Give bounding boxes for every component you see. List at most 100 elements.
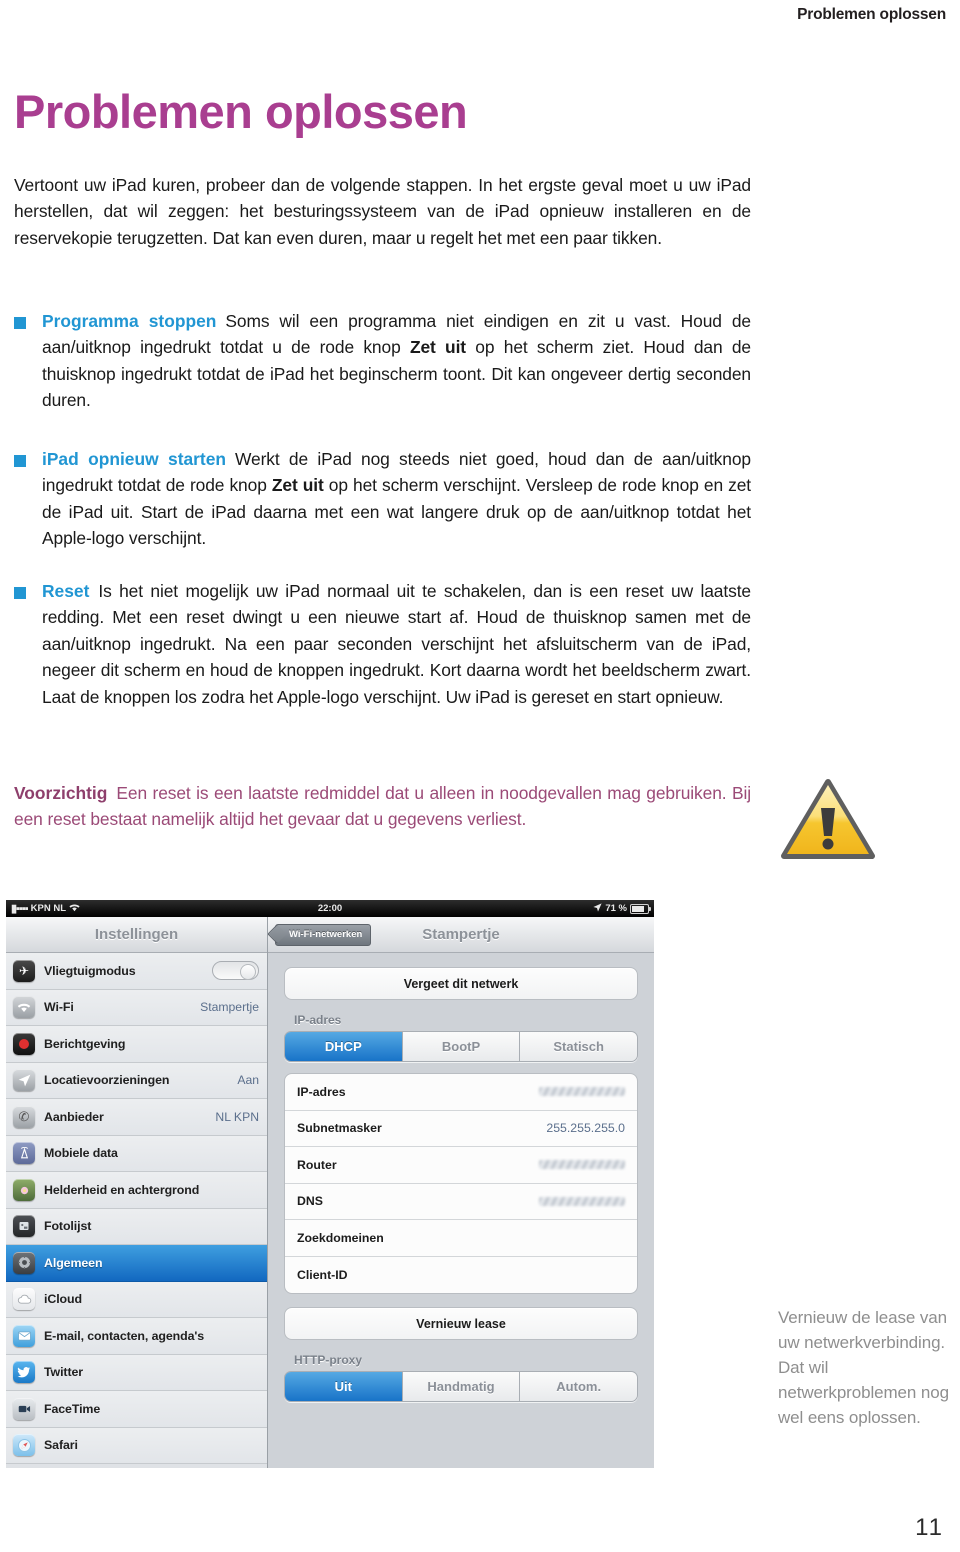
location-icon bbox=[13, 1069, 35, 1092]
sidebar-item-vliegtuigmodus[interactable]: ✈ Vliegtuigmodus bbox=[6, 953, 267, 990]
bullet-square-icon bbox=[14, 317, 26, 329]
sidebar-item-label: Fotolijst bbox=[44, 1219, 92, 1234]
segment-dhcp[interactable]: DHCP bbox=[285, 1032, 403, 1061]
row-key: Client-ID bbox=[297, 1267, 348, 1282]
sidebar-title: Instellingen bbox=[6, 917, 267, 953]
list-item[interactable]: Router bbox=[285, 1147, 637, 1184]
running-head: Problemen oplossen bbox=[797, 6, 946, 23]
sidebar-item-label: E-mail, contacten, agenda's bbox=[44, 1328, 204, 1343]
sidebar-item-label: Aanbieder bbox=[44, 1109, 104, 1124]
sidebar-item-label: Berichtgeving bbox=[44, 1036, 126, 1051]
page-number: 11 bbox=[915, 1514, 944, 1541]
sidebar-item-berichtgeving[interactable]: Berichtgeving bbox=[6, 1026, 267, 1063]
sidebar-item-facetime[interactable]: FaceTime bbox=[6, 1391, 267, 1428]
bullet-text-part1: Is het niet mogelijk uw iPad normaal uit… bbox=[42, 581, 751, 707]
bullet-lead-in: Programma stoppen bbox=[42, 311, 217, 331]
battery-percent-label: 71 % bbox=[605, 903, 627, 914]
bullet-square-icon bbox=[14, 455, 26, 467]
sidebar-item-label: Algemeen bbox=[44, 1255, 103, 1270]
sidebar-item-label: Wi-Fi bbox=[44, 1000, 74, 1015]
renew-lease-button[interactable]: Vernieuw lease bbox=[284, 1307, 638, 1340]
back-button-wifi-netwerken[interactable]: Wi-Fi-netwerken bbox=[275, 923, 372, 946]
sidebar-item-aanbieder[interactable]: ✆ Aanbieder NL KPN bbox=[6, 1099, 267, 1136]
margin-note: Vernieuw de lease van uw netwerkverbindi… bbox=[778, 1308, 949, 1427]
bullet-block-ipad-opnieuw-starten: iPad opnieuw starten Werkt de iPad nog st… bbox=[14, 446, 751, 552]
list-item[interactable]: DNS bbox=[285, 1184, 637, 1220]
sidebar-item-icloud[interactable]: iCloud bbox=[6, 1281, 267, 1318]
ios-status-bar: ▮▪▪▪▪ KPN NL 22:00 71 % bbox=[6, 900, 654, 917]
sidebar-item-label: Locatievoorzieningen bbox=[44, 1073, 170, 1088]
http-proxy-group-label: HTTP-proxy bbox=[294, 1353, 363, 1367]
sidebar-item-mobiele-data[interactable]: Mobiele data bbox=[6, 1135, 267, 1172]
ipad-settings-screenshot: ▮▪▪▪▪ KPN NL 22:00 71 % Instellingen ✈ V… bbox=[6, 900, 654, 1468]
page-title: Problemen oplossen bbox=[14, 85, 468, 138]
segment-uit[interactable]: Uit bbox=[285, 1372, 403, 1401]
list-item[interactable]: Zoekdomeinen bbox=[285, 1220, 637, 1257]
bullet-lead-in: Reset bbox=[42, 581, 90, 601]
redacted-value bbox=[539, 1160, 625, 1170]
sidebar-item-algemeen[interactable]: Algemeen bbox=[6, 1245, 267, 1282]
bullet-block-programma-stoppen: Programma stoppen Soms wil een programma … bbox=[14, 308, 751, 414]
sidebar-item-label: Safari bbox=[44, 1438, 78, 1453]
http-proxy-segmented-control[interactable]: Uit Handmatig Autom. bbox=[284, 1371, 638, 1402]
segment-autom[interactable]: Autom. bbox=[520, 1372, 637, 1401]
sidebar-item-locatievoorzieningen[interactable]: Locatievoorzieningen Aan bbox=[6, 1062, 267, 1099]
sidebar-item-value: Stampertje bbox=[200, 1000, 259, 1015]
sidebar-item-label: FaceTime bbox=[44, 1401, 101, 1416]
sidebar-item-safari[interactable]: Safari bbox=[6, 1427, 267, 1464]
mail-icon bbox=[13, 1324, 35, 1347]
redacted-value bbox=[539, 1196, 625, 1206]
list-item[interactable]: Subnetmasker 255.255.255.0 bbox=[285, 1111, 637, 1147]
sidebar-item-value: Aan bbox=[237, 1073, 259, 1088]
row-key: DNS bbox=[297, 1194, 323, 1209]
sidebar-item-email-contacten-agendas[interactable]: E-mail, contacten, agenda's bbox=[6, 1318, 267, 1355]
gear-icon bbox=[13, 1251, 35, 1274]
warning-triangle-icon bbox=[780, 775, 876, 863]
caution-lead-in: Voorzichtig bbox=[14, 783, 108, 803]
row-key: Router bbox=[297, 1157, 337, 1172]
photoframe-icon bbox=[13, 1215, 35, 1238]
facetime-icon bbox=[13, 1397, 35, 1420]
sidebar-item-fotolijst[interactable]: Fotolijst bbox=[6, 1208, 267, 1245]
sidebar-item-value: NL KPN bbox=[215, 1109, 259, 1124]
twitter-icon bbox=[13, 1361, 35, 1384]
list-item[interactable]: IP-adres bbox=[285, 1074, 637, 1111]
row-key: Zoekdomeinen bbox=[297, 1230, 384, 1245]
airplane-icon: ✈ bbox=[13, 959, 35, 982]
caution-text: Een reset is een laatste redmiddel dat u… bbox=[14, 783, 751, 830]
bullet-block-reset: Reset Is het niet mogelijk uw iPad normaa… bbox=[14, 578, 751, 710]
bullet-emphasis: Zet uit bbox=[409, 337, 466, 358]
row-key: IP-adres bbox=[297, 1084, 346, 1099]
segment-bootp[interactable]: BootP bbox=[402, 1032, 521, 1061]
bullet-square-icon bbox=[14, 587, 26, 599]
row-value: 255.255.255.0 bbox=[546, 1121, 625, 1136]
row-key: Subnetmasker bbox=[297, 1121, 382, 1136]
airplane-mode-toggle[interactable] bbox=[212, 961, 259, 981]
sidebar-item-label: Helderheid en achtergrond bbox=[44, 1182, 200, 1197]
sidebar-item-twitter[interactable]: Twitter bbox=[6, 1354, 267, 1391]
clock-label: 22:00 bbox=[317, 903, 343, 914]
sidebar-item-helderheid-achtergrond[interactable]: Helderheid en achtergrond bbox=[6, 1172, 267, 1209]
cellular-icon bbox=[13, 1142, 35, 1165]
lead-paragraph: Vertoont uw iPad kuren, probeer dan de v… bbox=[14, 175, 751, 248]
segment-statisch[interactable]: Statisch bbox=[520, 1032, 637, 1061]
wifi-icon bbox=[13, 996, 35, 1019]
settings-sidebar: Instellingen ✈ Vliegtuigmodus Wi-Fi Stam… bbox=[6, 917, 268, 1468]
sidebar-item-label: Mobiele data bbox=[44, 1146, 118, 1161]
forget-network-button[interactable]: Vergeet dit netwerk bbox=[284, 967, 638, 1000]
caution-block: Voorzichtig Een reset is een laatste redm… bbox=[14, 780, 751, 833]
segment-handmatig[interactable]: Handmatig bbox=[402, 1372, 521, 1401]
bullet-emphasis: Zet uit bbox=[271, 475, 324, 496]
wifi-network-detail-pane: Wi-Fi-netwerken Stampertje Vergeet dit n… bbox=[268, 917, 654, 1468]
location-arrow-icon bbox=[593, 902, 602, 915]
notifications-icon bbox=[13, 1032, 35, 1055]
ip-address-group-label: IP-adres bbox=[294, 1013, 342, 1027]
list-item[interactable]: Client-ID bbox=[285, 1257, 637, 1294]
sidebar-item-wifi[interactable]: Wi-Fi Stampertje bbox=[6, 989, 267, 1026]
redacted-value bbox=[539, 1087, 625, 1097]
sidebar-item-label: iCloud bbox=[44, 1292, 82, 1307]
cloud-icon bbox=[13, 1288, 35, 1311]
ip-details-list: IP-adres Subnetmasker 255.255.255.0 Rout… bbox=[284, 1073, 638, 1294]
detail-titlebar: Wi-Fi-netwerken Stampertje bbox=[268, 917, 654, 953]
ip-address-segmented-control[interactable]: DHCP BootP Statisch bbox=[284, 1031, 638, 1062]
